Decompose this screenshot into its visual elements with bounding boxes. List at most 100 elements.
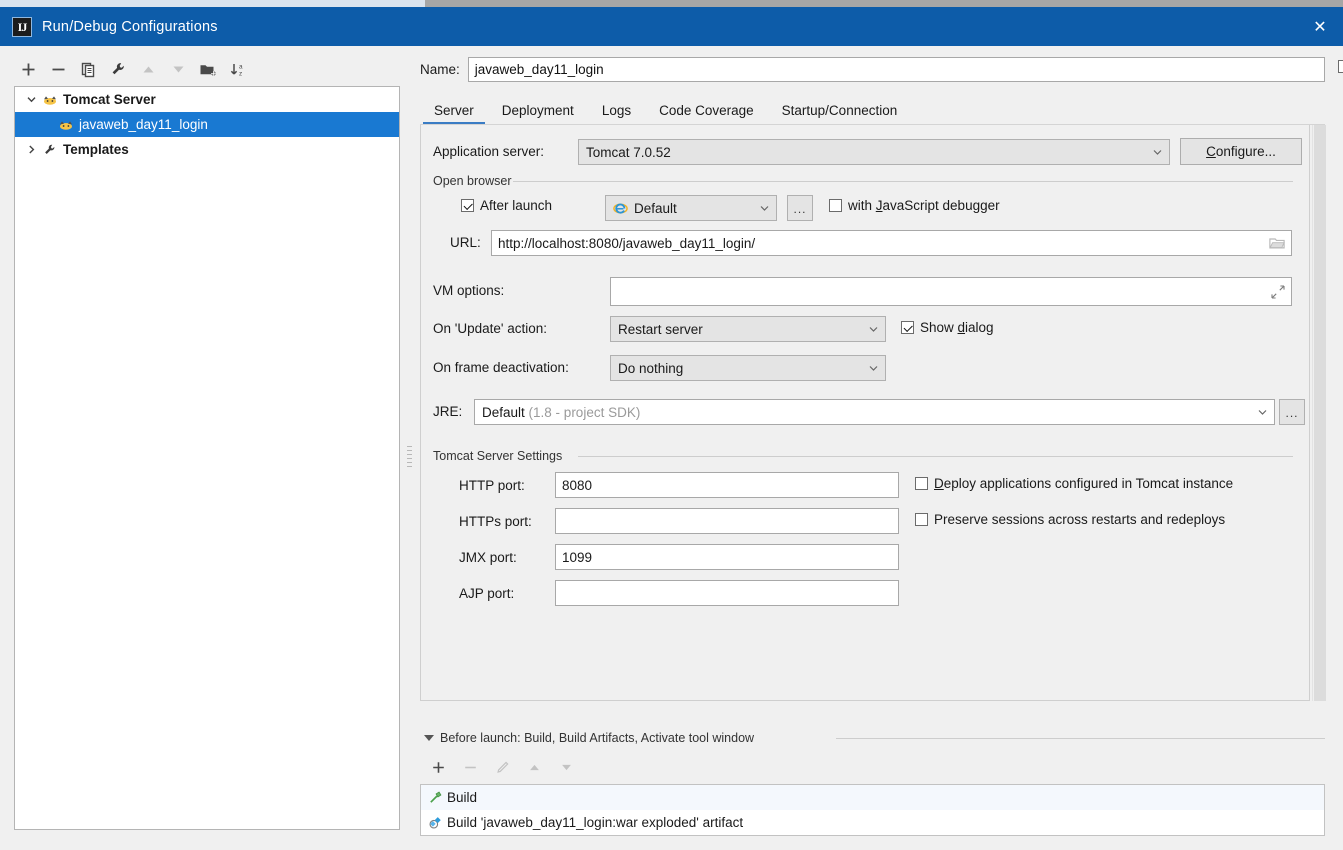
http-port-label: HTTP port: [459, 478, 525, 493]
add-task-button[interactable] [424, 754, 452, 780]
chevron-down-icon[interactable] [865, 365, 881, 372]
configure-button[interactable]: Configure... [1180, 138, 1302, 165]
ajp-port-label: AJP port: [459, 586, 515, 601]
content-scrollbar[interactable] [1312, 125, 1326, 701]
show-dialog-checkbox[interactable]: Show dialog [901, 320, 994, 335]
after-launch-label: After launch [480, 198, 553, 213]
preserve-sessions-label: Preserve sessions across restarts and re… [934, 512, 1226, 527]
https-port-row: HTTPs port: [459, 514, 532, 529]
chevron-down-icon[interactable] [424, 735, 434, 741]
list-item[interactable]: Build [421, 785, 1324, 810]
folder-icon[interactable] [1269, 236, 1285, 250]
before-launch-header[interactable]: Before launch: Build, Build Artifacts, A… [424, 731, 754, 745]
on-frame-deactivation-label: On frame deactivation: [433, 360, 569, 375]
after-launch-checkbox[interactable]: After launch [461, 198, 552, 213]
close-icon[interactable]: ✕ [1297, 7, 1343, 46]
chevron-down-icon[interactable] [1149, 149, 1165, 156]
browser-combo[interactable]: Default [605, 195, 777, 221]
http-port-row: HTTP port: [459, 478, 525, 493]
js-debugger-label: with JavaScript debugger [848, 198, 1000, 213]
after-launch-checkbox-box[interactable] [461, 199, 474, 212]
tab-logs[interactable]: Logs [588, 95, 645, 125]
js-debugger-checkbox-box[interactable] [829, 199, 842, 212]
run-debug-configurations-dialog: IJ Run/Debug Configurations ✕ a z Tomcat… [0, 0, 1343, 850]
wrench-icon [41, 143, 59, 157]
chevron-right-icon[interactable] [21, 145, 41, 154]
http-port-input[interactable]: 8080 [555, 472, 899, 498]
add-configuration-button[interactable] [14, 56, 42, 82]
url-label: URL: [450, 235, 481, 250]
list-item-label: Build [447, 790, 478, 805]
folder-add-icon[interactable] [194, 56, 222, 82]
application-server-label: Application server: [433, 144, 545, 159]
artifact-icon [425, 815, 445, 830]
url-input[interactable]: http://localhost:8080/javaweb_day11_logi… [491, 230, 1292, 256]
url-value: http://localhost:8080/javaweb_day11_logi… [498, 235, 756, 251]
browser-browse-button[interactable]: ... [787, 195, 813, 221]
url-row: URL: [450, 235, 481, 250]
ajp-port-input[interactable] [555, 580, 899, 606]
jmx-port-row: JMX port: [459, 550, 517, 565]
window-title: Run/Debug Configurations [42, 18, 218, 35]
tree-item-tomcat-server[interactable]: Tomcat Server [15, 87, 399, 112]
sort-az-icon[interactable]: a z [224, 56, 252, 82]
tab-code-coverage[interactable]: Code Coverage [645, 95, 768, 125]
preserve-sessions-checkbox[interactable]: Preserve sessions across restarts and re… [915, 512, 1225, 527]
window-top-edge-left [0, 0, 425, 7]
title-bar: IJ Run/Debug Configurations ✕ [0, 7, 1343, 46]
on-update-action-label: On 'Update' action: [433, 321, 547, 336]
window-top-edge [425, 0, 1343, 7]
application-server-combo[interactable]: Tomcat 7.0.52 [578, 139, 1170, 165]
tab-startup-connection[interactable]: Startup/Connection [768, 95, 912, 125]
configuration-tabs[interactable]: Server Deployment Logs Code Coverage Sta… [420, 93, 1325, 125]
share-checkbox[interactable]: SSharehare [1337, 59, 1343, 74]
move-task-down-button [552, 754, 580, 780]
chevron-down-icon[interactable] [756, 205, 772, 212]
js-debugger-checkbox[interactable]: with JavaScript debugger [829, 198, 1000, 213]
configurations-toolbar: a z [14, 54, 400, 84]
list-item[interactable]: Build 'javaweb_day11_login:war exploded'… [421, 810, 1324, 835]
chevron-down-icon[interactable] [1254, 409, 1270, 416]
open-browser-group-line [513, 181, 1293, 182]
jmx-port-input[interactable]: 1099 [555, 544, 899, 570]
vm-options-input[interactable] [610, 277, 1292, 306]
https-port-input[interactable] [555, 508, 899, 534]
wrench-icon[interactable] [104, 56, 132, 82]
remove-configuration-button[interactable] [44, 56, 72, 82]
tomcat-icon [41, 93, 59, 107]
share-checkbox-box[interactable] [1337, 60, 1343, 73]
on-frame-deactivation-combo[interactable]: Do nothing [610, 355, 886, 381]
jre-combo[interactable]: Default (1.8 - project SDK) [474, 399, 1275, 425]
pencil-icon [488, 754, 516, 780]
http-port-value: 8080 [562, 477, 593, 493]
on-frame-deactivation-value: Do nothing [618, 360, 684, 376]
deploy-apps-checkbox-box[interactable] [915, 477, 928, 490]
tree-item-javaweb-day11-login[interactable]: javaweb_day11_login [15, 112, 399, 137]
panel-splitter[interactable] [404, 406, 414, 506]
before-launch-list[interactable]: Build Build 'javaweb_day11_login:war exp… [420, 784, 1325, 836]
open-browser-group-title: Open browser [433, 174, 518, 188]
show-dialog-checkbox-box[interactable] [901, 321, 914, 334]
preserve-sessions-checkbox-box[interactable] [915, 513, 928, 526]
tree-item-templates[interactable]: Templates [15, 137, 399, 162]
jre-value: Default (1.8 - project SDK) [482, 404, 641, 420]
expand-arrows-icon[interactable] [1271, 284, 1285, 299]
configurations-tree[interactable]: Tomcat Server javaweb_day11_login Templa… [14, 86, 400, 830]
jmx-port-label: JMX port: [459, 550, 517, 565]
chevron-down-icon[interactable] [865, 326, 881, 333]
arrow-up-icon [134, 56, 162, 82]
before-launch-label: Before launch: Build, Build Artifacts, A… [440, 731, 755, 745]
intellij-idea-icon: IJ [12, 16, 32, 37]
configure-button-label: Configure... [1206, 144, 1276, 159]
deploy-apps-checkbox[interactable]: Deploy applications configured in Tomcat… [915, 476, 1233, 491]
on-update-action-combo[interactable]: Restart server [610, 316, 886, 342]
before-launch-line [836, 738, 1325, 739]
jre-browse-button[interactable]: ... [1279, 399, 1305, 425]
name-input[interactable]: javaweb_day11_login [467, 56, 1325, 82]
tab-deployment[interactable]: Deployment [488, 95, 588, 125]
content-scrollbar-thumb[interactable] [1314, 125, 1326, 701]
application-server-value: Tomcat 7.0.52 [586, 144, 671, 160]
chevron-down-icon[interactable] [21, 95, 41, 104]
copy-icon[interactable] [74, 56, 102, 82]
tab-server[interactable]: Server [420, 95, 488, 125]
